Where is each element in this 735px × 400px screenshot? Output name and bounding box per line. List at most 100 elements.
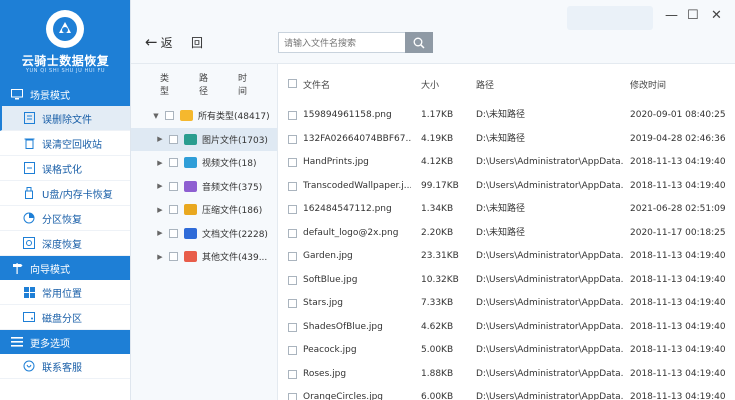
table-row[interactable]: Stars.jpg 7.33KB D:\Users\Administrator\Ap… bbox=[278, 292, 735, 316]
row-checkbox[interactable] bbox=[288, 134, 297, 144]
row-checkbox[interactable] bbox=[288, 393, 297, 400]
expand-right-icon[interactable]: ▶ bbox=[155, 159, 165, 167]
table-row[interactable]: 132FA02664074BBF67... 4.19KB D:\未知路径 2019-0… bbox=[278, 128, 735, 152]
tree-item[interactable]: ▶ 文档文件(2228) bbox=[131, 222, 277, 246]
table-row[interactable]: HandPrints.jpg 4.12KB D:\Users\Administrat… bbox=[278, 151, 735, 175]
file-path: D:\未知路径 bbox=[476, 110, 525, 120]
tree-tab-path[interactable]: 路径 bbox=[199, 71, 212, 97]
file-name: ShadesOfBlue.jpg bbox=[303, 321, 383, 332]
tree-checkbox[interactable] bbox=[169, 134, 178, 144]
row-checkbox[interactable] bbox=[288, 322, 297, 332]
tree-item[interactable]: ▼ 所有类型(48417) bbox=[131, 104, 277, 128]
tree-checkbox[interactable] bbox=[169, 205, 178, 215]
file-name: 159894961158.png bbox=[303, 110, 392, 120]
table-row[interactable]: default_logo@2x.png 2.20KB D:\未知路径 2020-11-… bbox=[278, 222, 735, 246]
sidebar-item-label: 误清空回收站 bbox=[42, 139, 102, 151]
table-row[interactable]: OrangeCircles.jpg 6.00KB D:\Users\Administ… bbox=[278, 386, 735, 400]
sidebar-item-partition[interactable]: 分区恢复 bbox=[0, 206, 130, 231]
file-size: 1.34KB bbox=[421, 204, 454, 214]
sidebar-item-contact-support[interactable]: 联系客服 bbox=[0, 354, 130, 379]
refresh-button[interactable]: 回 bbox=[191, 34, 203, 51]
section-scene-mode[interactable]: 场景模式 bbox=[0, 82, 130, 106]
row-checkbox[interactable] bbox=[288, 158, 297, 167]
tree-checkbox[interactable] bbox=[165, 111, 174, 121]
tree-checkbox[interactable] bbox=[169, 158, 178, 168]
tree-item-label: 图片文件(1703) bbox=[202, 135, 268, 146]
tree-tab-time[interactable]: 时间 bbox=[238, 71, 251, 97]
tree-item[interactable]: ▶ 其他文件(439... bbox=[131, 245, 277, 269]
select-all-checkbox[interactable] bbox=[288, 79, 297, 88]
file-name: SoftBlue.jpg bbox=[303, 274, 358, 285]
column-name[interactable]: 文件名 bbox=[303, 78, 330, 91]
row-checkbox[interactable] bbox=[288, 205, 297, 214]
expand-right-icon[interactable]: ▶ bbox=[155, 135, 165, 143]
sidebar-item-deleted-files[interactable]: 误删除文件 bbox=[0, 106, 130, 131]
menu-icon bbox=[10, 335, 24, 349]
table-row[interactable]: ShadesOfBlue.jpg 4.62KB D:\Users\Administr… bbox=[278, 316, 735, 340]
tree-checkbox[interactable] bbox=[169, 252, 178, 262]
expand-right-icon[interactable]: ▶ bbox=[155, 182, 165, 190]
file-name: Stars.jpg bbox=[303, 298, 343, 308]
tree-item-label: 视频文件(18) bbox=[202, 159, 257, 170]
minimize-button[interactable]: — bbox=[665, 8, 678, 23]
column-size[interactable]: 大小 bbox=[421, 78, 439, 91]
column-date[interactable]: 修改时间 bbox=[630, 78, 666, 91]
table-row[interactable]: Peacock.jpg 5.00KB D:\Users\Administrator\… bbox=[278, 339, 735, 363]
maximize-button[interactable]: ☐ bbox=[687, 8, 699, 23]
section-more-options[interactable]: 更多选项 bbox=[0, 330, 130, 354]
row-checkbox[interactable] bbox=[288, 228, 297, 238]
sidebar-item-label: 分区恢复 bbox=[42, 214, 82, 226]
file-name: 162484547112.png bbox=[303, 204, 392, 214]
column-path[interactable]: 路径 bbox=[476, 78, 494, 91]
file-size: 6.00KB bbox=[421, 392, 454, 400]
table-row[interactable]: 162484547112.png 1.34KB D:\未知路径 2021-06-28 … bbox=[278, 198, 735, 222]
disk-icon bbox=[22, 310, 36, 324]
notification-badge bbox=[567, 6, 653, 30]
tree-checkbox[interactable] bbox=[169, 228, 178, 238]
tree-tab-type[interactable]: 类型 bbox=[160, 71, 173, 97]
row-checkbox[interactable] bbox=[288, 111, 297, 120]
sidebar-item-disk-partitions[interactable]: 磁盘分区 bbox=[0, 305, 130, 330]
sidebar-item-formatted[interactable]: 误格式化 bbox=[0, 156, 130, 181]
back-button[interactable]: ← 返 bbox=[145, 33, 173, 51]
trash-icon bbox=[22, 136, 36, 150]
section-guide-mode[interactable]: 向导模式 bbox=[0, 256, 130, 280]
sidebar-item-deep-recovery[interactable]: 深度恢复 bbox=[0, 231, 130, 256]
row-checkbox[interactable] bbox=[288, 299, 297, 308]
sidebar-item-usb-card[interactable]: U盘/内存卡恢复 bbox=[0, 181, 130, 206]
tree-item-label: 文档文件(2228) bbox=[202, 229, 268, 240]
search-icon bbox=[413, 37, 425, 49]
row-checkbox[interactable] bbox=[288, 369, 297, 379]
row-checkbox[interactable] bbox=[288, 252, 297, 261]
tree-item[interactable]: ▶ 视频文件(18) bbox=[131, 151, 277, 175]
sidebar-item-label: 磁盘分区 bbox=[42, 313, 82, 325]
expand-right-icon[interactable]: ▶ bbox=[155, 206, 165, 214]
table-row[interactable]: TranscodedWallpaper.j... 99.17KB D:\Users\… bbox=[278, 175, 735, 199]
expand-right-icon[interactable]: ▶ bbox=[155, 253, 165, 261]
file-path: D:\Users\Administrator\AppData... bbox=[476, 251, 624, 261]
tree-item[interactable]: ▶ 图片文件(1703) bbox=[131, 127, 277, 151]
table-row[interactable]: Roses.jpg 1.88KB D:\Users\Administrator\Ap… bbox=[278, 363, 735, 387]
table-row[interactable]: Garden.jpg 23.31KB D:\Users\Administrator\… bbox=[278, 245, 735, 269]
file-date: 2018-11-13 04:19:40 bbox=[630, 180, 726, 191]
sidebar-item-common-locations[interactable]: 常用位置 bbox=[0, 280, 130, 305]
table-row[interactable]: 159894961158.png 1.17KB D:\未知路径 2020-09-01 … bbox=[278, 104, 735, 128]
tree-checkbox[interactable] bbox=[169, 181, 178, 191]
sidebar-item-label: 误删除文件 bbox=[42, 114, 92, 126]
table-row[interactable]: SoftBlue.jpg 10.32KB D:\Users\Administrato… bbox=[278, 269, 735, 293]
tree-item[interactable]: ▶ 音频文件(375) bbox=[131, 175, 277, 199]
tree-item[interactable]: ▶ 压缩文件(186) bbox=[131, 198, 277, 222]
row-checkbox[interactable] bbox=[288, 181, 297, 191]
expand-right-icon[interactable]: ▶ bbox=[155, 229, 165, 237]
search-button[interactable] bbox=[405, 32, 433, 53]
file-date: 2018-11-13 04:19:40 bbox=[630, 274, 726, 285]
close-button[interactable]: ✕ bbox=[711, 8, 722, 23]
sidebar-item-recycle-bin[interactable]: 误清空回收站 bbox=[0, 131, 130, 156]
expand-down-icon[interactable]: ▼ bbox=[151, 112, 161, 120]
brand-title: 云骑士数据恢复 bbox=[21, 54, 110, 68]
file-date: 2018-11-13 04:19:40 bbox=[630, 157, 726, 167]
file-size: 1.17KB bbox=[421, 110, 454, 120]
row-checkbox[interactable] bbox=[288, 275, 297, 285]
section-label: 向导模式 bbox=[30, 264, 70, 276]
row-checkbox[interactable] bbox=[288, 346, 297, 355]
